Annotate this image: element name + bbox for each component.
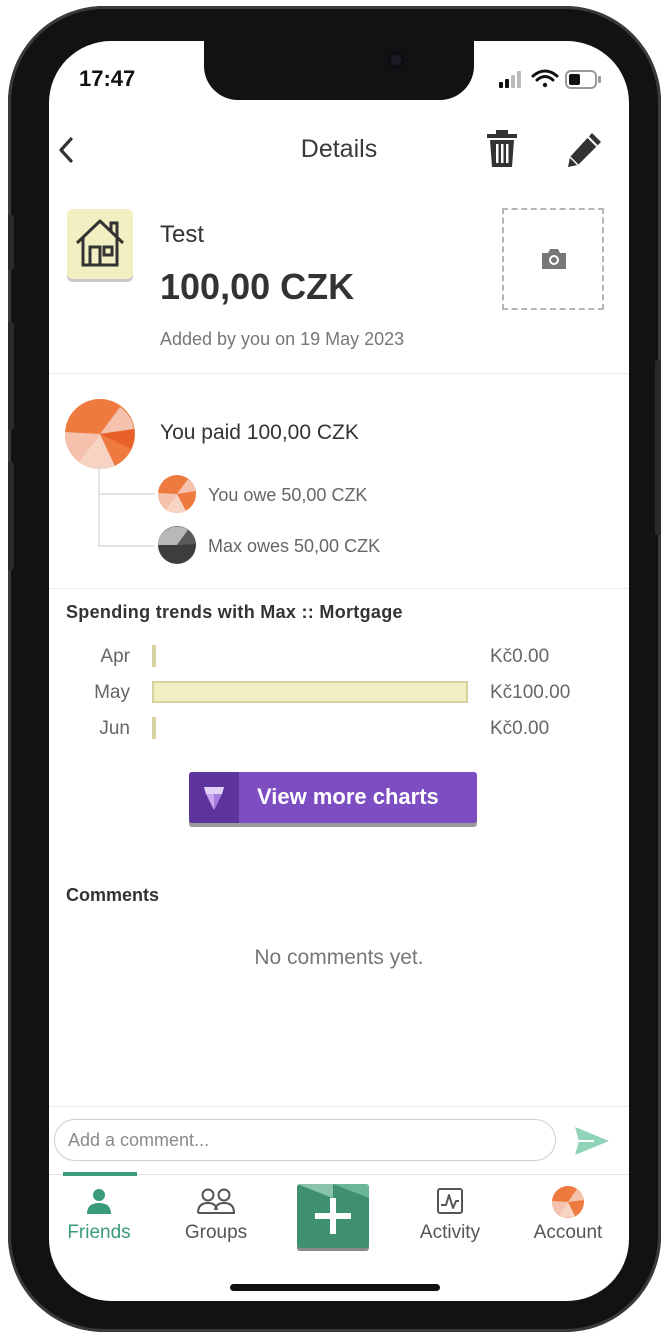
payer-avatar xyxy=(65,399,135,469)
divider xyxy=(49,588,629,589)
side-button xyxy=(8,322,14,430)
side-button xyxy=(8,215,14,270)
expense-amount: 100,00 CZK xyxy=(160,266,355,307)
share-you: You owe 50,00 CZK xyxy=(208,485,368,505)
tab-account-label: Account xyxy=(533,1222,603,1243)
active-tab-indicator xyxy=(63,1172,137,1176)
gem-icon-box xyxy=(189,772,239,823)
notch xyxy=(204,41,474,100)
you-avatar xyxy=(158,475,196,513)
home-indicator xyxy=(230,1284,440,1291)
activity-icon xyxy=(437,1188,463,1214)
comment-input[interactable] xyxy=(54,1119,556,1161)
page-title: Details xyxy=(300,135,378,163)
expense-name: Test xyxy=(160,221,205,248)
divider xyxy=(49,1106,629,1107)
split-tree-lines xyxy=(98,466,155,547)
person-icon xyxy=(87,1189,111,1214)
add-photo-button[interactable] xyxy=(502,208,604,310)
no-comments-text: No comments yet. xyxy=(254,946,424,969)
tab-account[interactable]: Account xyxy=(513,1186,623,1244)
tab-activity-label: Activity xyxy=(419,1222,481,1243)
view-more-charts-button[interactable]: View more charts xyxy=(189,772,477,823)
status-icons xyxy=(499,69,601,89)
max-avatar xyxy=(158,526,196,564)
account-avatar-icon xyxy=(552,1186,584,1218)
gem-icon xyxy=(204,787,224,810)
signal-icon xyxy=(499,71,521,88)
trend-bar xyxy=(152,645,156,667)
trend-value-label: Kč0.00 xyxy=(490,646,550,667)
battery-icon xyxy=(565,70,601,89)
people-icon xyxy=(197,1188,236,1214)
camera-lens xyxy=(387,51,405,69)
app-screen: 17:47 Details Test 100,00 CZK Added by y… xyxy=(49,41,629,1301)
trend-value-label: Kč0.00 xyxy=(490,718,550,739)
trend-bar xyxy=(152,717,156,739)
comments-title: Comments xyxy=(66,885,160,905)
side-button xyxy=(8,462,14,570)
status-time: 17:47 xyxy=(79,66,136,91)
trend-month-label: May xyxy=(94,682,130,703)
view-more-charts-label: View more charts xyxy=(257,784,439,809)
pencil-icon[interactable] xyxy=(565,129,605,169)
house-icon xyxy=(75,219,125,267)
trends-title: Spending trends with Max :: Mortgage xyxy=(66,602,403,622)
side-button xyxy=(655,360,661,535)
tab-friends-label: Friends xyxy=(67,1222,131,1243)
divider xyxy=(49,373,629,374)
paid-summary: You paid 100,00 CZK xyxy=(160,421,359,444)
tab-groups-label: Groups xyxy=(184,1222,248,1243)
share-max: Max owes 50,00 CZK xyxy=(208,536,381,556)
trend-month-label: Apr xyxy=(100,646,130,667)
camera-icon xyxy=(542,249,566,269)
trend-month-label: Jun xyxy=(99,718,130,739)
wifi-icon xyxy=(531,69,559,88)
tab-activity[interactable]: Activity xyxy=(395,1186,505,1244)
trash-icon[interactable] xyxy=(485,129,519,169)
trend-bar xyxy=(152,681,468,703)
trend-value-label: Kč100.00 xyxy=(490,682,571,703)
category-icon-tile[interactable] xyxy=(67,209,133,279)
expense-added-by: Added by you on 19 May 2023 xyxy=(160,329,405,349)
tab-friends[interactable]: Friends xyxy=(49,1186,154,1244)
plus-icon xyxy=(297,1184,369,1234)
tab-groups[interactable]: Groups xyxy=(161,1186,271,1244)
add-expense-button[interactable] xyxy=(297,1184,369,1248)
send-icon[interactable] xyxy=(574,1125,610,1157)
